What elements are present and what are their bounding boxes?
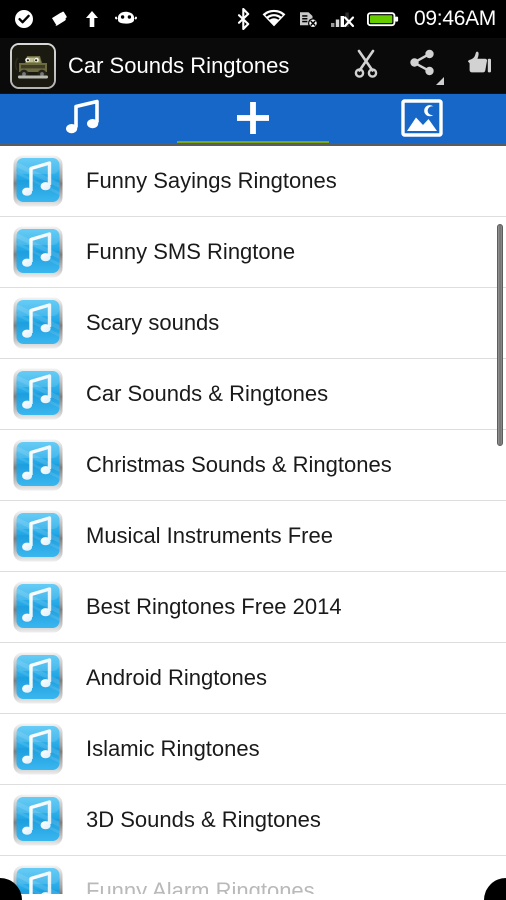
list-item[interactable]: Android Ringtones xyxy=(0,643,506,714)
status-bar-clock: 09:46AM xyxy=(414,7,496,30)
list-item-label: Musical Instruments Free xyxy=(86,523,333,548)
music-note-app-icon xyxy=(12,792,64,848)
music-note-app-icon xyxy=(12,650,64,706)
image-icon xyxy=(400,98,444,143)
status-bar-left-icons xyxy=(14,9,138,29)
list-item[interactable]: Funny Alarm Ringtones xyxy=(0,856,506,894)
music-note-app-icon xyxy=(12,295,64,351)
sim-card-off-icon xyxy=(297,9,319,29)
music-note-app-icon xyxy=(12,366,64,422)
list-item[interactable]: Musical Instruments Free xyxy=(0,501,506,572)
list-item[interactable]: Car Sounds & Ringtones xyxy=(0,359,506,430)
status-bar-right-icons: 09:46AM xyxy=(236,7,496,31)
action-bar: Car Sounds Ringtones xyxy=(0,38,506,94)
tab-images[interactable] xyxy=(337,94,506,146)
list-item[interactable]: Islamic Ringtones xyxy=(0,714,506,785)
cell-signal-off-icon xyxy=(330,9,356,29)
list-item[interactable]: 3D Sounds & Ringtones xyxy=(0,785,506,856)
android-robot-icon xyxy=(114,9,138,29)
list-item-label: Islamic Ringtones xyxy=(86,736,260,761)
list-item[interactable]: Scary sounds xyxy=(0,288,506,359)
tab-add[interactable] xyxy=(169,94,338,146)
music-note-icon xyxy=(61,97,107,144)
plus-icon xyxy=(232,97,274,144)
list-item[interactable]: Best Ringtones Free 2014 xyxy=(0,572,506,643)
page-title: Car Sounds Ringtones xyxy=(68,52,290,78)
tab-bar xyxy=(0,94,506,146)
list-item-label: Car Sounds & Ringtones xyxy=(86,381,329,406)
tab-music[interactable] xyxy=(0,94,169,146)
list-item[interactable]: Christmas Sounds & Ringtones xyxy=(0,430,506,501)
list-item-label: Android Ringtones xyxy=(86,665,268,690)
wifi-icon xyxy=(262,9,286,29)
status-bar: 09:46AM xyxy=(0,0,506,38)
music-note-app-icon xyxy=(12,224,64,280)
share-icon xyxy=(406,47,438,84)
vibrate-off-icon xyxy=(46,9,70,29)
cut-icon xyxy=(350,47,382,84)
app-icon-car xyxy=(10,42,56,89)
list-item-label: Best Ringtones Free 2014 xyxy=(86,594,342,619)
dropdown-caret-icon xyxy=(436,76,444,85)
list-item-label: Funny Sayings Ringtones xyxy=(86,168,337,193)
share-button[interactable] xyxy=(394,38,450,94)
list-item-label: Funny SMS Ringtone xyxy=(86,239,296,264)
music-note-app-icon xyxy=(12,721,64,777)
like-button[interactable] xyxy=(450,38,506,94)
ringtone-list[interactable]: Funny Sayings Ringtones Funny SMS Ringto… xyxy=(0,146,506,894)
music-note-app-icon xyxy=(12,437,64,493)
bluetooth-icon xyxy=(236,7,251,31)
music-note-app-icon xyxy=(12,508,64,564)
list-item-label: Scary sounds xyxy=(86,310,220,335)
list-item-label: Christmas Sounds & Ringtones xyxy=(86,452,392,477)
upload-arrow-icon xyxy=(84,9,100,29)
music-note-app-icon xyxy=(12,863,64,894)
check-circle-icon xyxy=(14,9,34,29)
music-note-app-icon xyxy=(12,153,64,209)
list-item-label: 3D Sounds & Ringtones xyxy=(86,807,321,832)
thumbs-up-icon xyxy=(462,47,494,84)
list-item[interactable]: Funny Sayings Ringtones xyxy=(0,146,506,217)
cut-button[interactable] xyxy=(338,38,394,94)
list-item[interactable]: Funny SMS Ringtone xyxy=(0,217,506,288)
device-screen: 09:46AM Car Sounds Ringtones Funny Sayin… xyxy=(0,0,506,900)
music-note-app-icon xyxy=(12,579,64,635)
battery-icon xyxy=(366,9,399,29)
list-item-label: Funny Alarm Ringtones xyxy=(86,878,315,894)
